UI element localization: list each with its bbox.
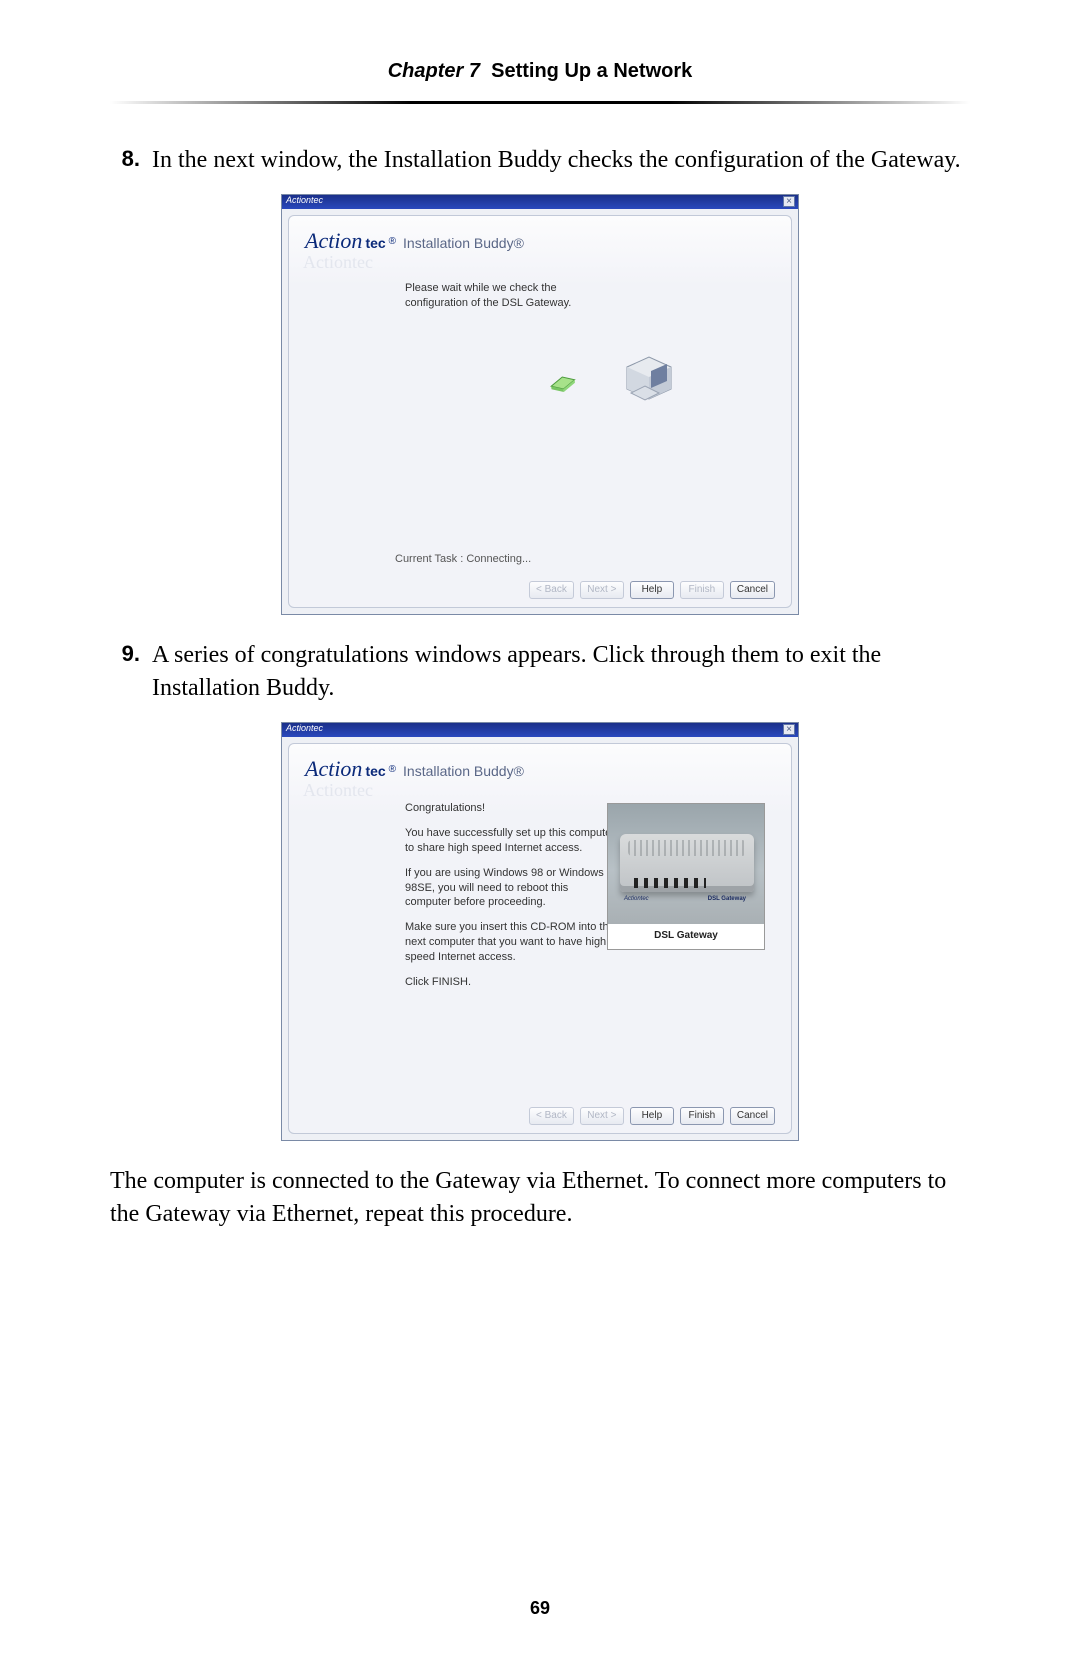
window-inner: Actiontec ® Installation Buddy® Actiontec… <box>288 215 792 608</box>
header-rule <box>110 101 970 104</box>
button-row: < Back Next > Help Finish Cancel <box>305 581 775 599</box>
logo-product: Installation Buddy® <box>403 763 524 779</box>
step-8: 8. In the next window, the Installation … <box>110 144 970 176</box>
step-9: 9. A series of congratulations windows a… <box>110 639 970 704</box>
congrats-para-1: You have successfully set up this comput… <box>405 826 615 856</box>
back-button[interactable]: < Back <box>529 1107 574 1125</box>
help-button[interactable]: Help <box>630 1107 674 1125</box>
step-text: A series of congratulations windows appe… <box>152 639 970 704</box>
finish-button[interactable]: Finish <box>680 581 724 599</box>
logo-action: Action <box>305 756 362 782</box>
modem-icon <box>548 374 578 395</box>
titlebar: Actiontec × <box>282 723 798 737</box>
logo-watermark: Actiontec <box>303 252 775 273</box>
titlebar-brand: Actiontec <box>286 723 323 733</box>
gateway-photo-image: Actiontec DSL Gateway <box>608 804 764 924</box>
window-inner: Actiontec ® Installation Buddy® Actiontec… <box>288 743 792 1134</box>
gateway-photo-caption: DSL Gateway <box>608 924 764 949</box>
router-icon <box>620 834 754 892</box>
back-button[interactable]: < Back <box>529 581 574 599</box>
titlebar: Actiontec × <box>282 195 798 209</box>
closing-paragraph: The computer is connected to the Gateway… <box>110 1165 970 1230</box>
logo-product: Installation Buddy® <box>403 235 524 251</box>
logo-reg: ® <box>389 764 396 775</box>
finish-button[interactable]: Finish <box>680 1107 724 1125</box>
router-label-brand: Actiontec <box>624 896 649 902</box>
congrats-para-2: If you are using Windows 98 or Windows 9… <box>405 866 615 911</box>
window-body: Please wait while we check the configura… <box>305 273 775 573</box>
router-label-model: DSL Gateway <box>708 896 746 902</box>
chapter-title: Setting Up a Network <box>491 60 692 82</box>
next-button[interactable]: Next > <box>580 1107 624 1125</box>
app-logo: Actiontec ® Installation Buddy® <box>305 228 775 254</box>
close-icon[interactable]: × <box>783 724 795 735</box>
logo-watermark: Actiontec <box>303 780 775 801</box>
congrats-text-block: Congratulations! You have successfully s… <box>405 801 615 999</box>
cancel-button[interactable]: Cancel <box>730 581 775 599</box>
installer-window-checking: Actiontec × Actiontec ® Installation Budd… <box>281 194 799 615</box>
congrats-heading: Congratulations! <box>405 801 615 816</box>
window-body: Congratulations! You have successfully s… <box>305 801 775 1099</box>
gateway-photo: Actiontec DSL Gateway DSL Gateway <box>607 803 765 950</box>
step-number: 8. <box>110 144 152 176</box>
app-logo: Actiontec ® Installation Buddy® <box>305 756 775 782</box>
cancel-button[interactable]: Cancel <box>730 1107 775 1125</box>
logo-action: Action <box>305 228 362 254</box>
button-row: < Back Next > Help Finish Cancel <box>305 1107 775 1125</box>
step-number: 9. <box>110 639 152 704</box>
logo-tec: tec <box>365 235 385 251</box>
logo-tec: tec <box>365 763 385 779</box>
titlebar-brand: Actiontec <box>286 195 323 205</box>
current-task: Current Task : Connecting... <box>395 553 531 565</box>
congrats-para-4: Click FINISH. <box>405 975 615 990</box>
congrats-para-3: Make sure you insert this CD-ROM into th… <box>405 920 615 965</box>
computer-icon <box>621 353 677 409</box>
help-button[interactable]: Help <box>630 581 674 599</box>
next-button[interactable]: Next > <box>580 581 624 599</box>
chapter-label: Chapter 7 <box>388 60 480 82</box>
step-text: In the next window, the Installation Bud… <box>152 144 970 176</box>
logo-reg: ® <box>389 236 396 247</box>
installer-window-congrats: Actiontec × Actiontec ® Installation Budd… <box>281 722 799 1141</box>
page-header: Chapter 7 Setting Up a Network <box>110 60 970 101</box>
close-icon[interactable]: × <box>783 196 795 207</box>
wait-text: Please wait while we check the configura… <box>405 281 605 311</box>
page-number: 69 <box>0 1598 1080 1619</box>
